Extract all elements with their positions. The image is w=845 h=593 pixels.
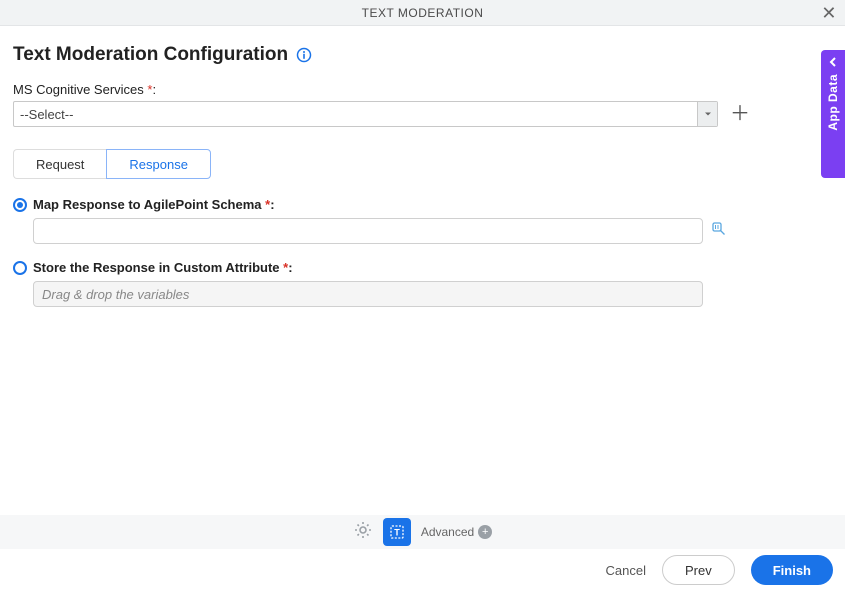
action-bar: Cancel Prev Finish (606, 555, 833, 585)
info-icon[interactable] (296, 47, 312, 63)
custom-attribute-dropzone[interactable]: Drag & drop the variables (33, 281, 703, 307)
tab-response[interactable]: Response (106, 149, 211, 179)
option-map-response[interactable]: Map Response to AgilePoint Schema *: (13, 197, 832, 212)
advanced-toggle[interactable]: Advanced + (421, 525, 492, 539)
radio-store-custom[interactable] (13, 261, 27, 275)
cognitive-services-row: --Select-- ＋ (13, 101, 832, 127)
footer-toolbar: T Advanced + (0, 515, 845, 549)
finish-button[interactable]: Finish (751, 555, 833, 585)
app-data-label: App Data (826, 74, 840, 131)
map-response-block (13, 218, 832, 244)
store-custom-label: Store the Response in Custom Attribute *… (33, 260, 293, 275)
plus-circle-icon: + (478, 525, 492, 539)
app-data-panel-toggle[interactable]: App Data (821, 50, 845, 178)
text-tool-icon[interactable]: T (383, 518, 411, 546)
map-schema-input[interactable] (33, 218, 703, 244)
content-area: Text Moderation Configuration MS Cogniti… (0, 26, 845, 307)
cognitive-services-select[interactable]: --Select-- (13, 101, 718, 127)
dialog-header: TEXT MODERATION ✕ (0, 0, 845, 26)
map-response-label: Map Response to AgilePoint Schema *: (33, 197, 275, 212)
close-icon[interactable]: ✕ (821, 3, 837, 23)
chevron-left-icon (827, 56, 839, 68)
prev-button[interactable]: Prev (662, 555, 735, 585)
cancel-button[interactable]: Cancel (606, 563, 646, 578)
add-connection-icon[interactable]: ＋ (730, 104, 750, 124)
chevron-down-icon[interactable] (697, 102, 717, 126)
svg-text:T: T (394, 528, 400, 538)
cognitive-services-label: MS Cognitive Services *: (13, 82, 832, 97)
schema-browse-icon[interactable] (711, 221, 727, 242)
tab-request[interactable]: Request (13, 149, 106, 179)
dialog-title: TEXT MODERATION (362, 6, 484, 20)
option-store-custom[interactable]: Store the Response in Custom Attribute *… (13, 260, 832, 275)
store-custom-block: Drag & drop the variables (13, 281, 832, 307)
page-title-row: Text Moderation Configuration (13, 44, 832, 66)
select-value: --Select-- (14, 102, 697, 126)
tabs: Request Response (13, 149, 832, 179)
gear-icon[interactable] (353, 520, 373, 545)
radio-map-response[interactable] (13, 198, 27, 212)
page-title: Text Moderation Configuration (13, 44, 288, 66)
